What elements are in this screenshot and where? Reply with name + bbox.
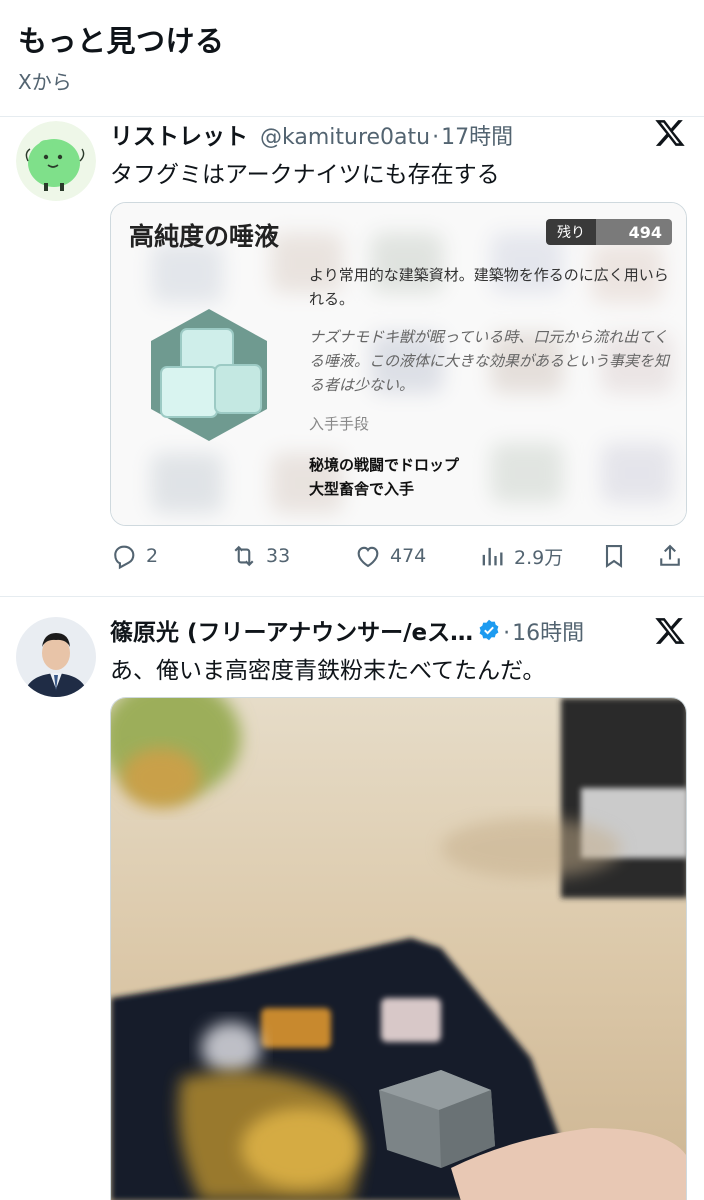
- tweet-media-photo[interactable]: [110, 697, 687, 1200]
- avatar[interactable]: [16, 617, 96, 697]
- explore-section-header: もっと見つける Xから: [0, 0, 704, 116]
- avatar[interactable]: [16, 121, 96, 201]
- bookmark-icon: [605, 545, 623, 568]
- remaining-value: 494: [596, 219, 672, 245]
- bookmark-button[interactable]: [600, 538, 636, 574]
- views-icon: [482, 547, 503, 566]
- tweet-text: あ、俺いま高密度青鉄粉末たべてたんだ。: [110, 658, 546, 684]
- acquisition-label: 入手手段: [309, 415, 370, 433]
- views-count: 2.9万: [514, 546, 564, 569]
- acquisition-methods: 秘境の戦闘でドロップ 大型畜舎で入手: [309, 453, 459, 501]
- repost-button[interactable]: 33: [230, 538, 290, 574]
- share-icon: [660, 544, 680, 566]
- x-logo-icon[interactable]: [654, 117, 686, 149]
- separator-dot: ·: [503, 621, 511, 646]
- like-button[interactable]: 474: [354, 538, 426, 574]
- photo-gummy-package: [111, 698, 686, 1200]
- item-description: より常用的な建築資材。建築物を作るのに広く用いられる。: [309, 266, 669, 308]
- acquisition-method-1: 秘境の戦闘でドロップ: [309, 456, 460, 474]
- views-button[interactable]: 2.9万: [478, 538, 563, 574]
- tweet-1[interactable]: リストレット @kamiture0atu · 17時間 タフグミはアークナイツに…: [0, 117, 704, 595]
- tweet-header: リストレット @kamiture0atu · 17時間: [110, 117, 684, 151]
- repost-count: 33: [266, 545, 291, 567]
- tweet-actions: 2 33 474 2.9万: [110, 538, 686, 574]
- tweet-text: タフグミはアークナイツにも存在する: [110, 162, 500, 188]
- remaining-label: 残り: [546, 219, 596, 245]
- timestamp[interactable]: 17時間: [441, 119, 513, 151]
- section-subtitle: Xから: [18, 70, 72, 94]
- like-count: 474: [390, 545, 427, 567]
- item-title: 高純度の唾液: [129, 222, 280, 251]
- tweet-media-image[interactable]: 高純度の唾液 残り 494 より常用的な建築資材。建築物を作るのに広く用いられる…: [110, 202, 687, 526]
- display-name[interactable]: 篠原光 (フリーアナウンサー/eス…: [110, 613, 473, 647]
- repost-icon: [234, 545, 254, 567]
- tweet-2[interactable]: 篠原光 (フリーアナウンサー/eス… · 16時間 あ、俺いま高密度青鉄粉末たべ…: [0, 597, 704, 1200]
- timestamp[interactable]: 16時間: [512, 615, 584, 647]
- display-name[interactable]: リストレット: [110, 117, 248, 151]
- separator-dot: ·: [432, 125, 440, 150]
- remaining-count-badge: 残り 494: [546, 219, 672, 245]
- x-logo-icon[interactable]: [654, 615, 686, 647]
- acquisition-method-2: 大型畜舎で入手: [309, 480, 415, 498]
- verified-badge-icon: [477, 618, 501, 642]
- reply-button[interactable]: 2: [110, 538, 158, 574]
- item-lore: ナズナモドキ獣が眠っている時、口元から流れ出てくる唾液。この液体に大きな効果があ…: [309, 328, 670, 394]
- like-icon: [357, 546, 379, 568]
- item-cube-icon: [147, 307, 271, 443]
- section-title: もっと見つける: [18, 24, 225, 58]
- reply-icon: [114, 545, 135, 570]
- user-handle[interactable]: @kamiture0atu: [260, 125, 430, 150]
- share-button[interactable]: [656, 538, 692, 574]
- tweet-header: 篠原光 (フリーアナウンサー/eス… · 16時間: [110, 613, 684, 647]
- reply-count: 2: [146, 545, 159, 567]
